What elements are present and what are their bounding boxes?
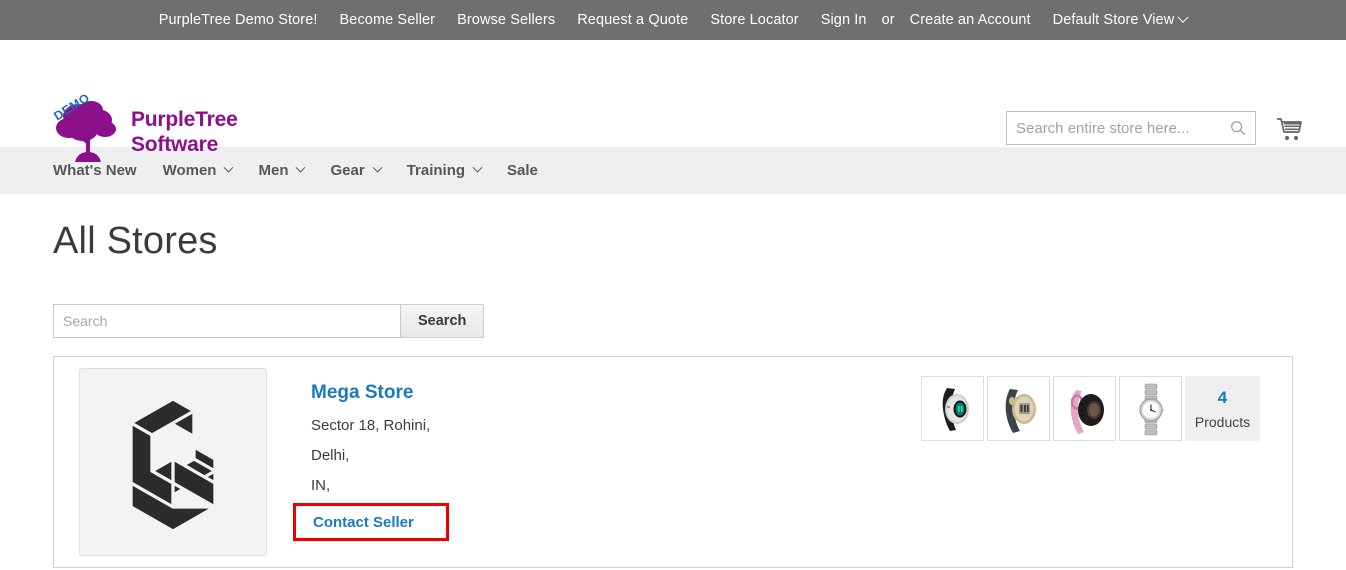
top-link-store-locator[interactable]: Store Locator — [699, 12, 809, 28]
store-search-button[interactable]: Search — [401, 304, 485, 338]
product-count-label: Products — [1194, 413, 1251, 430]
contact-seller-link[interactable]: Contact Seller — [313, 514, 414, 531]
nav-label: Sale — [507, 162, 538, 179]
logo-text-line2: Software — [131, 133, 219, 156]
top-link-browse-sellers[interactable]: Browse Sellers — [446, 12, 566, 28]
chevron-down-icon — [1177, 11, 1189, 24]
site-header: DEMO PurpleTree Software — [0, 40, 1346, 162]
nav-label: Gear — [330, 162, 365, 179]
purple-tree-logo-icon: DEMO — [51, 91, 121, 168]
top-link-become-seller[interactable]: Become Seller — [329, 12, 447, 28]
nav-item-men[interactable]: Men — [258, 162, 306, 179]
store-view-switcher[interactable]: Default Store View — [1042, 11, 1199, 28]
product-thumbnail-2[interactable] — [987, 376, 1050, 441]
store-address-line-1: Sector 18, Rohini, — [311, 417, 431, 434]
top-utility-bar: PurpleTree Demo Store! Become Seller Bro… — [0, 0, 1346, 40]
search-input[interactable] — [1007, 112, 1255, 144]
logo-text-line1: PurpleTree — [131, 108, 238, 131]
page-title: All Stores — [53, 220, 218, 262]
main-content: All Stores Search Mega Store Sector 18, … — [0, 220, 1346, 568]
search-icon[interactable] — [1229, 119, 1247, 137]
shopping-cart-icon — [1277, 118, 1302, 141]
nav-item-gear[interactable]: Gear — [330, 162, 383, 179]
chevron-down-icon — [296, 162, 306, 173]
sign-in-link[interactable]: Sign In — [810, 12, 878, 28]
store-logo-thumbnail[interactable] — [79, 368, 267, 556]
search-box[interactable] — [1006, 111, 1256, 145]
nav-item-sale[interactable]: Sale — [507, 162, 538, 179]
product-thumbnail-3[interactable] — [1053, 376, 1116, 441]
product-count-badge[interactable]: 4 Products — [1185, 376, 1260, 441]
site-logo[interactable]: DEMO PurpleTree Software — [51, 91, 238, 168]
fitness-band-pink-black-icon — [1070, 389, 1104, 434]
store-name-link[interactable]: Mega Store — [311, 382, 430, 404]
nav-label: Men — [258, 162, 289, 179]
create-account-link[interactable]: Create an Account — [899, 12, 1042, 28]
chevron-down-icon — [472, 162, 483, 173]
cart-button[interactable] — [1274, 114, 1304, 144]
mega-store-logo-icon — [129, 397, 217, 533]
top-link-request-quote[interactable]: Request a Quote — [566, 12, 699, 28]
logo-text: PurpleTree Software — [131, 107, 238, 157]
top-link-demo-store[interactable]: PurpleTree Demo Store! — [148, 12, 329, 28]
store-product-previews: 4 Products — [921, 376, 1260, 441]
contact-seller-highlight: Contact Seller — [293, 503, 449, 541]
chevron-down-icon — [372, 162, 383, 173]
product-count-number: 4 — [1217, 387, 1228, 407]
digital-watch-gray-gold-icon — [1005, 388, 1036, 433]
header-search — [1006, 111, 1256, 145]
sport-watch-black-silver-icon — [942, 387, 969, 431]
store-search-form: Search — [53, 304, 1293, 338]
product-thumbnail-1[interactable] — [921, 376, 984, 441]
product-thumbnail-4[interactable] — [1119, 376, 1182, 441]
nav-label: Training — [406, 162, 466, 179]
analog-watch-silver-bracelet-icon — [1138, 383, 1164, 435]
or-separator: or — [881, 12, 895, 28]
store-address-line-2: Delhi, — [311, 447, 350, 464]
store-address-line-3: IN, — [311, 477, 331, 494]
store-details: Mega Store Sector 18, Rohini, Delhi, IN, — [311, 382, 430, 494]
store-search-input[interactable] — [53, 304, 401, 338]
nav-item-training[interactable]: Training — [406, 162, 483, 179]
store-view-label: Default Store View — [1052, 12, 1175, 28]
store-card: Mega Store Sector 18, Rohini, Delhi, IN,… — [53, 356, 1293, 568]
